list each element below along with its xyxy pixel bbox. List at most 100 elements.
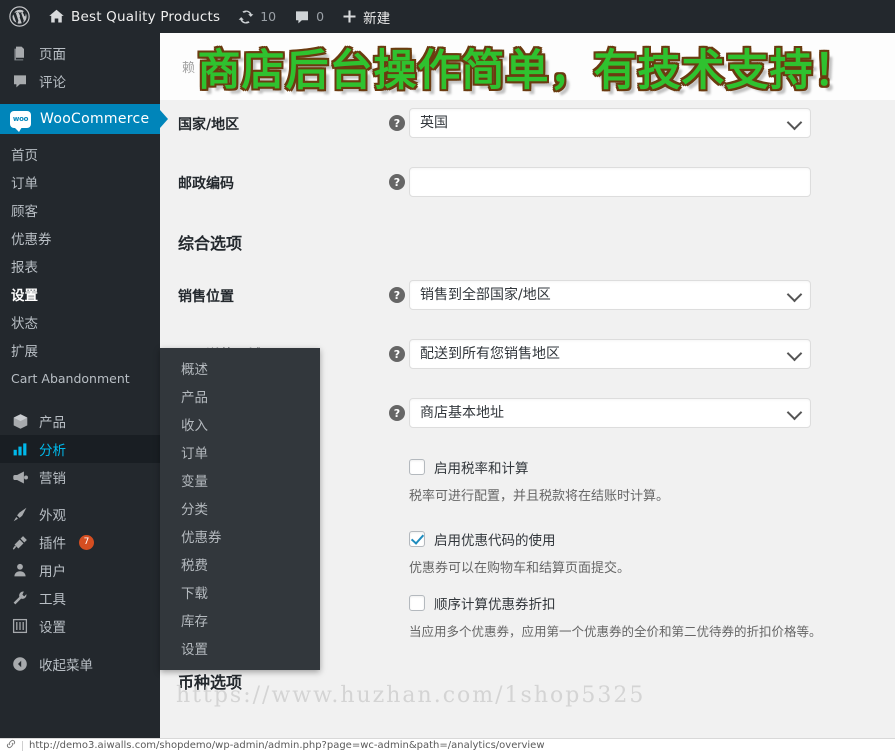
collapse-arrow-icon <box>10 656 30 672</box>
flyout-item-orders[interactable]: 订单 <box>160 438 320 466</box>
selling-location-select[interactable]: 销售到全部国家/地区 <box>409 280 811 310</box>
checkbox-enable-coupons[interactable]: 启用优惠代码的使用 <box>409 529 556 549</box>
checkbox-label: 启用税率和计算 <box>434 457 529 477</box>
submenu-item-customers[interactable]: 顾客 <box>0 196 160 224</box>
checkbox-label: 启用优惠代码的使用 <box>434 529 556 549</box>
help-icon[interactable]: ? <box>389 174 405 190</box>
sidebar-item-label: 工具 <box>39 588 66 608</box>
sidebar-item-label: 分析 <box>39 439 66 459</box>
comments-button[interactable]: 0 <box>285 0 333 33</box>
help-icon[interactable]: ? <box>389 115 405 131</box>
field-control: 配送到所有您销售地区 <box>409 339 811 369</box>
checkbox-box[interactable] <box>409 459 425 475</box>
submenu-label: 优惠券 <box>11 228 52 248</box>
sidebar-item-collapse-menu[interactable]: 收起菜单 <box>0 650 160 678</box>
sidebar-item-users[interactable]: 用户 <box>0 556 160 584</box>
new-content-button[interactable]: 新建 <box>333 0 399 33</box>
comment-bubble-icon <box>294 9 310 25</box>
flyout-item-categories[interactable]: 分类 <box>160 494 320 522</box>
checkbox-enable-taxes[interactable]: 启用税率和计算 <box>409 457 529 477</box>
sidebar-item-label: 收起菜单 <box>39 654 93 674</box>
flyout-item-stock[interactable]: 库存 <box>160 606 320 634</box>
flyout-item-downloads[interactable]: 下载 <box>160 578 320 606</box>
submenu-label: 报表 <box>11 256 38 276</box>
flyout-label: 订单 <box>181 442 208 462</box>
checkbox-description: 当应用多个优惠券，应用第一个优惠券的全价和第二优待券的折扣价格等。 <box>409 621 822 640</box>
sidebar-item-appearance[interactable]: 外观 <box>0 500 160 528</box>
settings-sliders-icon <box>10 618 30 634</box>
analytics-bars-icon <box>10 441 30 457</box>
flyout-item-coupons[interactable]: 优惠券 <box>160 522 320 550</box>
woocommerce-icon-text: woo <box>13 115 28 123</box>
woocommerce-icon: woo <box>10 111 31 128</box>
help-icon[interactable]: ? <box>389 287 405 303</box>
sidebar-item-comments[interactable]: 评论 <box>0 67 160 95</box>
sidebar-item-label: 外观 <box>39 504 66 524</box>
megaphone-icon <box>10 469 30 486</box>
wp-logo-button[interactable] <box>0 0 39 33</box>
sidebar-item-label: 产品 <box>39 411 66 431</box>
promo-banner: 赖 商店后台操作简单，有技术支持！ <box>160 33 895 100</box>
flyout-label: 变量 <box>181 470 208 490</box>
active-pointer <box>160 110 168 128</box>
help-icon[interactable]: ? <box>389 346 405 362</box>
submenu-label: Cart Abandonment <box>11 371 130 386</box>
checkbox-sequential-coupons[interactable]: 顺序计算优惠券折扣 <box>409 593 556 613</box>
submenu-item-home[interactable]: 首页 <box>0 140 160 168</box>
site-name-menu[interactable]: Best Quality Products <box>39 0 229 33</box>
shipping-location-select-wrapper: 配送到所有您销售地区 <box>409 339 811 369</box>
sidebar-item-settings[interactable]: 设置 <box>0 612 160 640</box>
flyout-item-variations[interactable]: 变量 <box>160 466 320 494</box>
plugins-plug-icon <box>10 534 30 551</box>
help-icon[interactable]: ? <box>389 405 405 421</box>
submenu-label: 状态 <box>11 312 38 332</box>
submenu-item-cart-abandonment[interactable]: Cart Abandonment <box>0 364 160 392</box>
checkbox-label: 顺序计算优惠券折扣 <box>434 593 556 613</box>
submenu-item-settings[interactable]: 设置 <box>0 280 160 308</box>
menu-divider <box>0 398 160 407</box>
default-address-select[interactable]: 商店基本地址 <box>409 398 811 428</box>
sidebar-item-pages[interactable]: 页面 <box>0 39 160 67</box>
sidebar-item-tools[interactable]: 工具 <box>0 584 160 612</box>
flyout-item-settings[interactable]: 设置 <box>160 634 320 662</box>
sidebar-item-plugins[interactable]: 插件 7 <box>0 528 160 556</box>
flyout-label: 分类 <box>181 498 208 518</box>
section-title: 综合选项 <box>178 230 242 254</box>
flyout-item-products[interactable]: 产品 <box>160 382 320 410</box>
sidebar-item-products[interactable]: 产品 <box>0 407 160 435</box>
checkbox-box[interactable] <box>409 531 425 547</box>
wordpress-logo-icon <box>9 6 30 27</box>
selling-location-select-wrapper: 销售到全部国家/地区 <box>409 280 811 310</box>
submenu-item-coupons[interactable]: 优惠券 <box>0 224 160 252</box>
checkbox-description: 优惠券可以在购物车和结算页面提交。 <box>409 557 630 576</box>
flyout-label: 设置 <box>181 638 208 658</box>
flyout-item-revenue[interactable]: 收入 <box>160 410 320 438</box>
submenu-label: 设置 <box>11 284 38 304</box>
sidebar-item-analytics[interactable]: 分析 <box>0 435 160 463</box>
submenu-item-reports[interactable]: 报表 <box>0 252 160 280</box>
new-content-label: 新建 <box>363 7 390 27</box>
submenu-item-extensions[interactable]: 扩展 <box>0 336 160 364</box>
sidebar-item-woocommerce[interactable]: woo WooCommerce <box>0 104 160 134</box>
shipping-location-select[interactable]: 配送到所有您销售地区 <box>409 339 811 369</box>
postcode-input[interactable] <box>409 167 811 197</box>
submenu-label: 扩展 <box>11 340 38 360</box>
submenu-item-status[interactable]: 状态 <box>0 308 160 336</box>
checkbox-box[interactable] <box>409 595 425 611</box>
field-label: 邮政编码 <box>178 173 234 193</box>
submenu-item-orders[interactable]: 订单 <box>0 168 160 196</box>
default-address-select-wrapper: 商店基本地址 <box>409 398 811 428</box>
browser-status-bar: http://demo3.aiwalls.com/shopdemo/wp-adm… <box>0 738 895 752</box>
sidebar-item-label: 评论 <box>39 71 66 91</box>
flyout-item-taxes[interactable]: 税费 <box>160 550 320 578</box>
screen: Best Quality Products 10 0 新建 页面 <box>0 0 895 752</box>
admin-sidebar: 页面 评论 woo WooCommerce 首页 订单 顾客 优惠券 报表 设置… <box>0 33 160 752</box>
product-box-icon <box>10 413 30 430</box>
flyout-item-overview[interactable]: 概述 <box>160 354 320 382</box>
updates-icon <box>238 9 254 25</box>
sidebar-item-marketing[interactable]: 营销 <box>0 463 160 491</box>
banner-text: 商店后台操作简单，有技术支持！ <box>198 36 858 98</box>
updates-button[interactable]: 10 <box>229 0 285 33</box>
country-select[interactable]: 英国 <box>409 108 811 138</box>
menu-divider <box>0 491 160 500</box>
